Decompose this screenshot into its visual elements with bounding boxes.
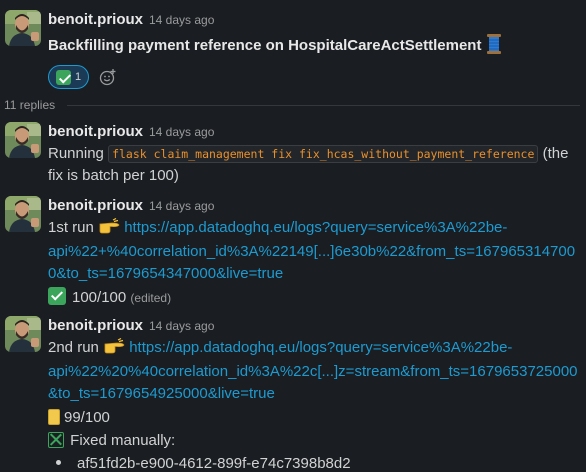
add-reaction-button[interactable] [95, 65, 121, 89]
edited-label: (edited) [130, 291, 172, 305]
datadog-link-line3[interactable]: 0&to_ts=1679654347000&live=true [48, 263, 580, 285]
timestamp[interactable]: 14 days ago [149, 125, 214, 139]
reaction-count: 1 [75, 71, 82, 83]
datadog-link-line3[interactable]: &to_ts=1679654925000&live=true [48, 383, 580, 405]
message-text: Backfilling payment reference on Hospita… [48, 34, 580, 61]
avatar[interactable] [5, 10, 41, 46]
timestamp[interactable]: 14 days ago [149, 199, 214, 213]
avatar[interactable] [5, 196, 41, 232]
run-label: 2nd run [48, 339, 99, 356]
yellow-note-icon [48, 409, 60, 425]
author-name[interactable]: benoit.prioux [48, 123, 143, 140]
list-item: af51fd2b-e900-4612-899f-e74c7398b8d2 [48, 453, 580, 472]
reaction-check[interactable]: 1 [48, 65, 90, 89]
run-label: 1st run [48, 219, 94, 236]
uuid-text: af51fd2b-e900-4612-899f-e74c7398b8d2 [77, 455, 351, 472]
replies-count: 11 replies [4, 98, 56, 112]
inline-code: flask claim_management fix fix_hcas_with… [108, 145, 539, 163]
status-text: 99/100 [64, 409, 110, 426]
author-name[interactable]: benoit.prioux [48, 197, 143, 214]
message-body: Backfilling payment reference on Hospita… [48, 37, 482, 54]
spool-of-thread-icon [486, 34, 502, 61]
status-line: 99/100 [48, 407, 580, 429]
message-text: Running flask claim_management fix fix_h… [48, 143, 580, 165]
replies-divider: 11 replies [4, 96, 580, 114]
avatar[interactable] [5, 316, 41, 352]
white-check-mark-icon [56, 69, 71, 85]
divider-line [67, 104, 580, 106]
datadog-link-line2[interactable]: api%22%20%40correlation_id%3A%22c[...]z=… [48, 361, 580, 383]
datadog-link-line2[interactable]: api%22+%40correlation_id%3A%22149[...]6e… [48, 241, 580, 263]
avatar[interactable] [5, 122, 41, 158]
pointing-right-icon [103, 337, 125, 361]
bullet-icon [56, 460, 61, 465]
datadog-link[interactable]: https://app.datadoghq.eu/logs?query=serv… [129, 339, 512, 356]
pointing-right-icon [98, 217, 120, 241]
timestamp[interactable]: 14 days ago [149, 319, 214, 333]
author-name[interactable]: benoit.prioux [48, 11, 143, 28]
white-check-mark-icon [48, 287, 66, 305]
fixed-line: Fixed manually: [48, 430, 580, 452]
text-after: (the [542, 145, 569, 162]
negative-squared-cross-mark-icon [48, 432, 64, 448]
add-emoji-icon [99, 69, 116, 86]
author-name[interactable]: benoit.prioux [48, 317, 143, 334]
fixed-label: Fixed manually: [70, 432, 176, 449]
status-line: 100/100 (edited) [48, 287, 580, 309]
message-text: 1st run https://app.datadoghq.eu/logs?qu… [48, 217, 580, 241]
message-text: 2nd run https://app.datadoghq.eu/logs?qu… [48, 337, 580, 361]
timestamp[interactable]: 14 days ago [149, 13, 214, 27]
message-text-line2: fix is batch per 100) [48, 167, 179, 184]
status-text: 100/100 [72, 289, 127, 306]
text-running: Running [48, 145, 104, 162]
datadog-link[interactable]: https://app.datadoghq.eu/logs?query=serv… [124, 219, 507, 236]
